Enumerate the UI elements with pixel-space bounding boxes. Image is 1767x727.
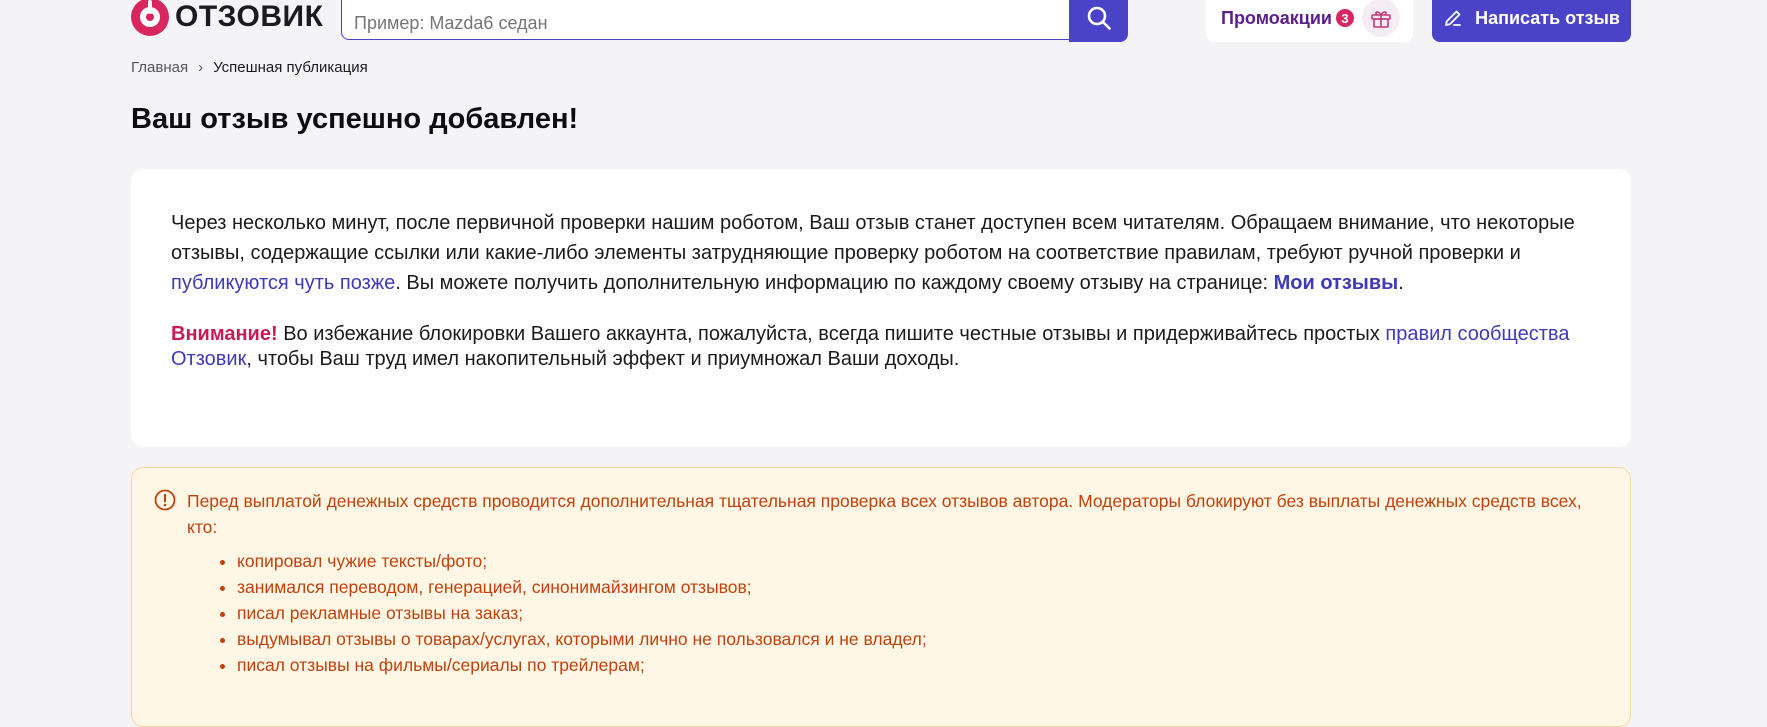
breadcrumb-separator: › [198, 59, 204, 76]
violation-list: копировал чужие тексты/фото; занимался п… [187, 548, 1590, 678]
search-input[interactable] [341, 0, 1069, 40]
breadcrumb-home-link[interactable]: Главная [131, 59, 188, 76]
list-item: писал отзывы на фильмы/сериалы по трейле… [237, 652, 1590, 678]
payout-notice: Перед выплатой денежных средств проводит… [131, 467, 1631, 727]
search-icon [1087, 6, 1111, 30]
warning-text-2: , чтобы Ваш труд имел накопительный эффе… [246, 348, 960, 370]
info-paragraph: Через несколько минут, после первичной п… [171, 208, 1591, 298]
info-text-1: Через несколько минут, после первичной п… [171, 212, 1575, 264]
promo-label: Промоакции [1221, 7, 1332, 28]
list-item: выдумывал отзывы о товарах/услугах, кото… [237, 626, 1590, 652]
page-title: Ваш отзыв успешно добавлен! [131, 103, 579, 135]
warning-text-1: Во избежание блокировки Вашего аккаунта,… [277, 323, 1386, 345]
my-reviews-link[interactable]: Мои отзывы [1274, 272, 1399, 294]
pencil-icon [1445, 10, 1461, 26]
promo-count-badge: 3 [1335, 9, 1354, 27]
logo-icon [131, 0, 169, 36]
breadcrumb-current: Успешная публикация [213, 59, 368, 76]
attention-label: Внимание! [171, 323, 278, 345]
list-item: писал рекламные отзывы на заказ; [237, 600, 1590, 626]
success-message-card: Через несколько минут, после первичной п… [131, 169, 1631, 447]
write-review-label: Написать отзыв [1475, 7, 1620, 28]
warning-paragraph: Внимание! Во избежание блокировки Вашего… [171, 322, 1591, 372]
gift-icon [1361, 0, 1400, 37]
info-text-2: . Вы можете получить дополнительную инфо… [395, 272, 1274, 294]
info-text-3: . [1398, 272, 1404, 294]
site-header: ОТЗОВИК Промоакции 3 Написа [0, 0, 1767, 46]
list-item: занимался переводом, генерацией, синоним… [237, 574, 1590, 600]
site-logo[interactable]: ОТЗОВИК [131, 0, 323, 39]
promo-button[interactable]: Промоакции 3 [1206, 0, 1413, 42]
search-button[interactable] [1069, 0, 1128, 42]
write-review-button[interactable]: Написать отзыв [1432, 0, 1631, 42]
search-bar [341, 0, 1128, 42]
logo-text: ОТЗОВИК [175, 0, 324, 33]
notice-text: Перед выплатой денежных средств проводит… [187, 491, 1582, 537]
published-later-link[interactable]: публикуются чуть позже [171, 272, 395, 294]
list-item: копировал чужие тексты/фото; [237, 548, 1590, 574]
alert-circle-icon [154, 489, 176, 511]
breadcrumb: Главная › Успешная публикация [131, 59, 368, 76]
